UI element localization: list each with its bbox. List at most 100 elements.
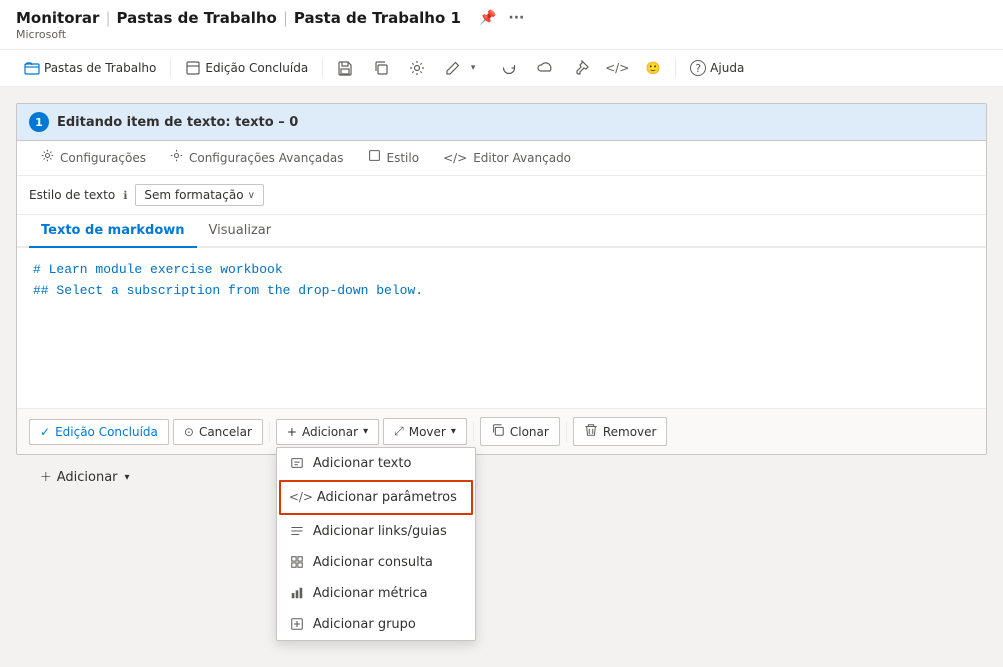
add-query-icon [289,555,305,569]
check-icon: ✓ [40,425,50,439]
dropdown-add-params[interactable]: </> Adicionar parâmetros [279,480,473,515]
add-metric-icon [289,586,305,600]
title-subtitle: Microsoft [16,28,987,41]
edit-panel-title: Editando item de texto: texto – 0 [57,115,298,130]
save-icon [337,60,353,76]
move-chevron-icon: ▾ [451,426,456,437]
title-part-monitor: Monitorar [16,9,99,27]
cancel-icon: ⊙ [184,425,194,439]
move-button[interactable]: ⤢ Mover ▾ [383,418,467,445]
code-line-1: # Learn module exercise workbook [33,260,970,281]
toolbar-sep-1 [170,58,171,78]
plus-icon: + [287,425,297,439]
toolbar-help-label: Ajuda [710,61,744,75]
title-actions: 📌 ··· [475,8,528,28]
tab-visualizar[interactable]: Visualizar [197,215,284,248]
toolbar-edicao-label: Edição Concluída [205,61,308,75]
content-tabs: Texto de markdown Visualizar [17,215,986,248]
tab-editor[interactable]: </> Editor Avançado [431,143,583,175]
toolbar-refresh[interactable] [493,56,525,80]
style-chevron-icon: ∨ [248,190,255,201]
toolbar-sep-3 [675,58,676,78]
add-params-icon: </> [293,490,309,504]
dropdown-add-group[interactable]: Adicionar grupo [277,609,475,640]
move-icon: ⤢ [394,424,404,439]
toolbar-pin[interactable] [565,56,597,80]
dropdown-add-metric[interactable]: Adicionar métrica [277,578,475,609]
gear-icon [409,60,425,76]
action-sep-3 [566,422,567,442]
toolbar-settings[interactable] [401,56,433,80]
pin-icon[interactable]: 📌 [475,8,500,28]
style-value: Sem formatação [144,188,243,202]
tab-markdown[interactable]: Texto de markdown [29,215,197,248]
style-icon [368,149,381,166]
clone-icon [491,423,505,440]
edit-done-label: Edição Concluída [55,425,158,439]
edicao-icon [185,60,201,76]
add-dropdown-container: + Adicionar ▾ Adicionar texto [276,419,379,445]
style-row: Estilo de texto ℹ Sem formatação ∨ [17,176,986,215]
info-icon[interactable]: ℹ [123,189,127,202]
code-line-2: ## Select a subscription from the drop-d… [33,281,970,302]
more-icon[interactable]: ··· [504,8,528,28]
cloud-icon [537,60,553,76]
toolbar-pastas[interactable]: Pastas de Trabalho [16,56,164,80]
toolbar-sep-2 [322,58,323,78]
main-toolbar: Pastas de Trabalho Edição Concluída ▾ [0,50,1003,87]
tab-editor-label: Editor Avançado [473,151,571,165]
main-add-button[interactable]: + Adicionar ▾ [32,465,138,489]
edit-panel-header: 1 Editando item de texto: texto – 0 [17,104,986,141]
remove-label: Remover [603,425,657,439]
edit-done-button[interactable]: ✓ Edição Concluída [29,419,169,445]
pin-toolbar-icon [573,60,589,76]
toolbar-help[interactable]: ? Ajuda [682,56,752,80]
move-label: Mover [409,425,446,439]
pencil-icon [445,60,461,76]
dropdown-add-group-label: Adicionar grupo [313,617,416,632]
tab-config-label: Configurações [60,151,146,165]
toolbar-edicao[interactable]: Edição Concluída [177,56,316,80]
dropdown-add-query-label: Adicionar consulta [313,555,433,570]
tab-advanced-config[interactable]: Configurações Avançadas [158,141,356,176]
title-part-pastas: Pastas de Trabalho [117,9,277,27]
cancel-button[interactable]: ⊙ Cancelar [173,419,263,445]
advanced-config-icon [170,149,183,166]
emoji-icon: 🙂 [645,60,661,76]
code-editor[interactable]: # Learn module exercise workbook ## Sele… [17,248,986,408]
editor-icon: </> [443,151,467,165]
dropdown-add-text[interactable]: Adicionar texto [277,448,475,479]
add-text-icon [289,456,305,470]
style-select[interactable]: Sem formatação ∨ [135,184,264,206]
trash-icon [584,423,598,440]
dropdown-add-links[interactable]: Adicionar links/guias [277,516,475,547]
tab-style[interactable]: Estilo [356,141,432,176]
action-bar: ✓ Edição Concluída ⊙ Cancelar + Adiciona… [17,408,986,454]
toolbar-cloud[interactable] [529,56,561,80]
tab-style-label: Estilo [387,151,420,165]
add-group-icon [289,617,305,631]
add-button[interactable]: + Adicionar ▾ [276,419,379,445]
toolbar-emoji[interactable]: 🙂 [637,56,669,80]
cancel-label: Cancelar [199,425,252,439]
clone-button[interactable]: Clonar [480,417,560,446]
toolbar-save[interactable] [329,56,361,80]
window-title: Monitorar | Pastas de Trabalho | Pasta d… [16,8,987,28]
main-add-chevron-icon: ▾ [125,472,130,483]
tab-visualizar-label: Visualizar [209,223,272,238]
toolbar-copy[interactable] [365,56,397,80]
edit-config-tabs: Configurações Configurações Avançadas Es… [17,141,986,176]
toolbar-pastas-label: Pastas de Trabalho [44,61,156,75]
code-icon: </> [609,60,625,76]
add-label: Adicionar [302,425,358,439]
add-dropdown-menu: Adicionar texto </> Adicionar parâmetros… [276,447,476,641]
main-add-label: Adicionar [57,470,118,485]
edit-panel: 1 Editando item de texto: texto – 0 Conf… [16,103,987,455]
dropdown-add-query[interactable]: Adicionar consulta [277,547,475,578]
tab-configuracoes[interactable]: Configurações [29,141,158,176]
dropdown-add-params-label: Adicionar parâmetros [317,490,457,505]
toolbar-edit[interactable]: ▾ [437,56,489,80]
toolbar-code[interactable]: </> [601,56,633,80]
main-content: 1 Editando item de texto: texto – 0 Conf… [0,87,1003,515]
remove-button[interactable]: Remover [573,417,668,446]
